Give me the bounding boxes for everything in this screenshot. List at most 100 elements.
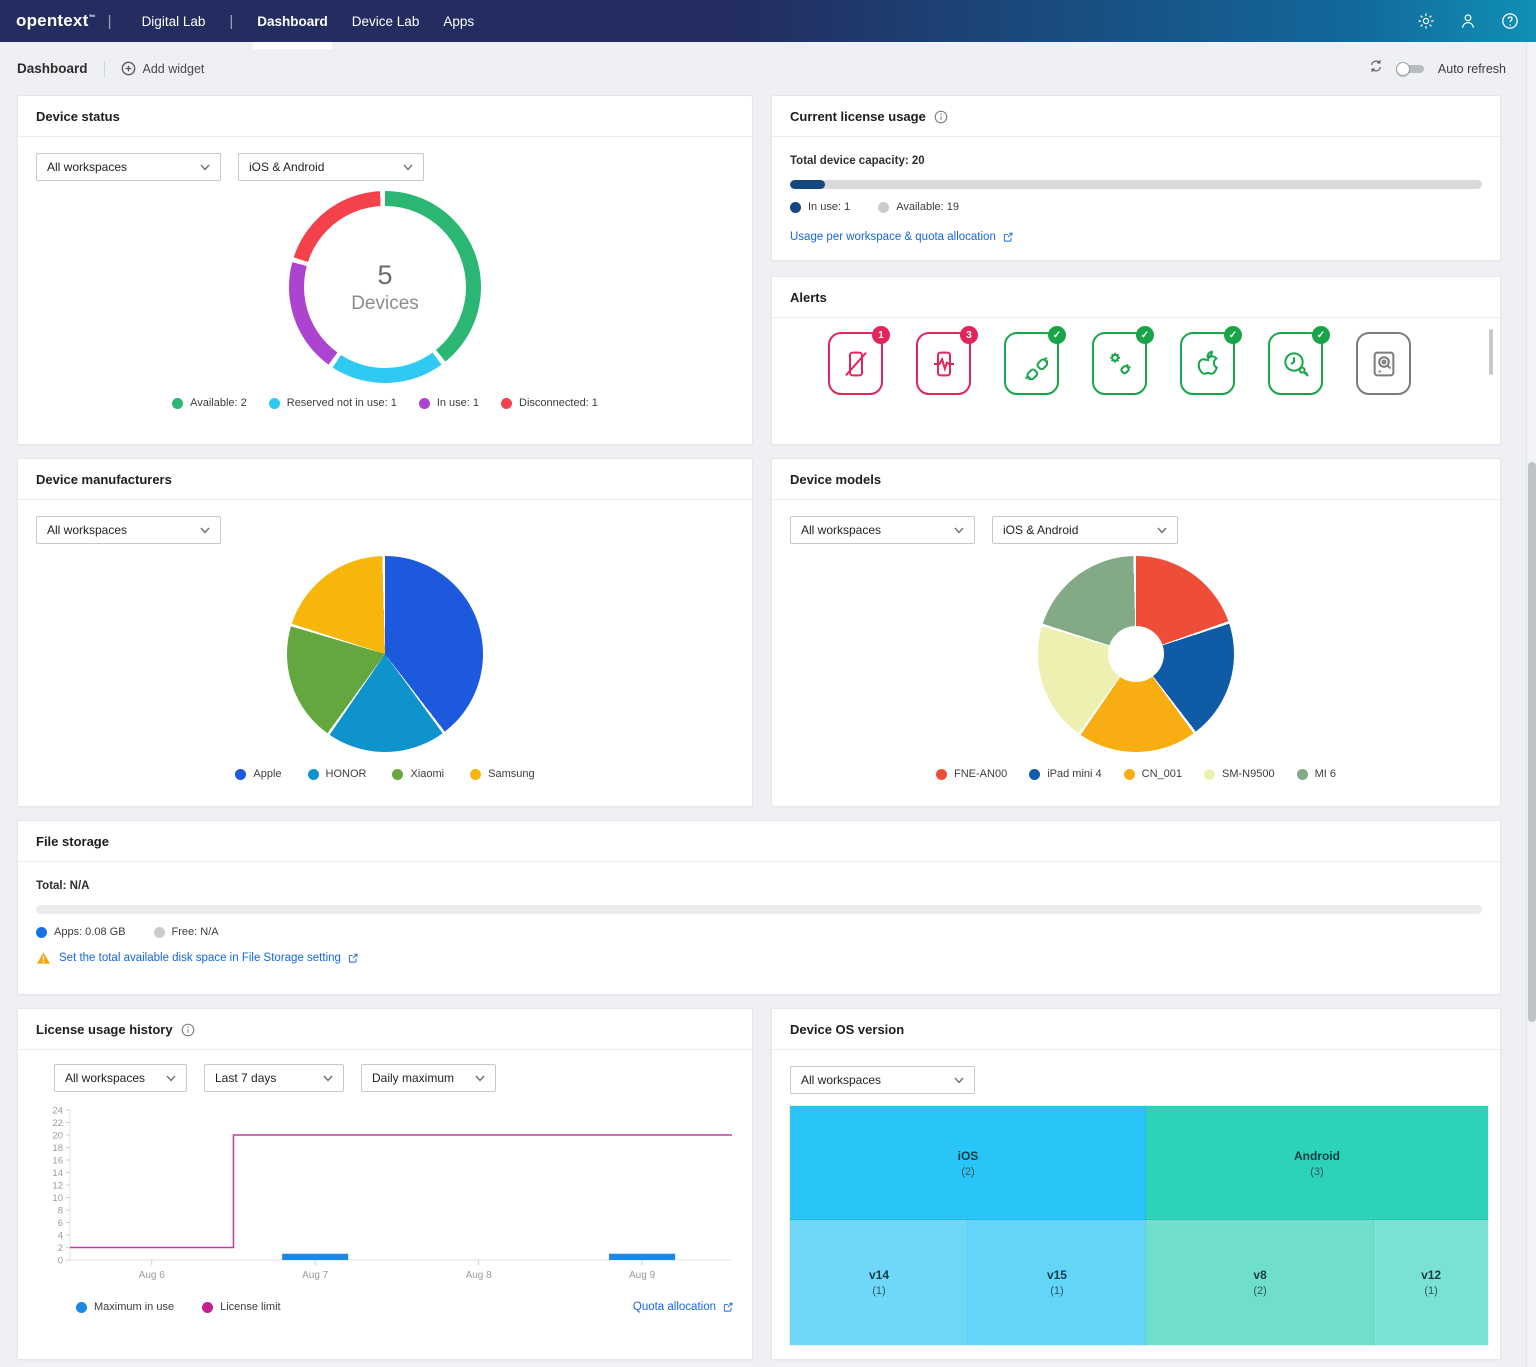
widget-title: Current license usage — [790, 109, 926, 124]
connector-icon — [1016, 348, 1048, 380]
device-status-donut-chart: 5 Devices — [289, 191, 481, 383]
alert-badge: 1 — [872, 326, 890, 344]
tab-apps[interactable]: Apps — [443, 0, 474, 42]
usage-per-workspace-link[interactable]: Usage per workspace & quota allocation — [790, 231, 1014, 243]
treemap-cell-Android[interactable]: Android(3) — [1146, 1106, 1488, 1220]
quota-allocation-link[interactable]: Quota allocation — [633, 1301, 734, 1313]
license-expiry-alert[interactable]: ✓ — [1268, 332, 1323, 395]
svg-text:10: 10 — [52, 1193, 63, 1204]
workspace-filter-dropdown[interactable]: All workspaces — [36, 153, 221, 181]
chevron-down-icon — [166, 1075, 176, 1082]
aggregation-dropdown[interactable]: Daily maximum — [361, 1064, 496, 1092]
chevron-down-icon — [954, 527, 964, 534]
treemap-cell-v15[interactable]: v15(1) — [968, 1220, 1146, 1345]
dropdown-value: Last 7 days — [215, 1071, 276, 1085]
widget-title: Alerts — [772, 277, 1500, 318]
svg-text:2: 2 — [58, 1243, 63, 1254]
svg-text:14: 14 — [52, 1168, 63, 1179]
legend-dot — [308, 769, 319, 780]
workspace-filter-dropdown[interactable]: All workspaces — [36, 516, 221, 544]
svg-text:16: 16 — [52, 1156, 63, 1167]
os-filter-dropdown[interactable]: iOS & Android — [992, 516, 1178, 544]
alerts-scrollbar[interactable] — [1489, 329, 1493, 375]
workspace-filter-dropdown[interactable]: All workspaces — [54, 1064, 187, 1092]
treemap-cell-v12[interactable]: v12(1) — [1374, 1220, 1488, 1345]
opentext-logo: opentext™ — [16, 11, 96, 31]
legend-item: Free: N/A — [154, 926, 219, 938]
treemap-cell-iOS[interactable]: iOS (2) — [790, 1106, 1146, 1220]
dropdown-value: All workspaces — [47, 160, 127, 174]
os-filter-dropdown[interactable]: iOS & Android — [238, 153, 424, 181]
info-icon[interactable] — [934, 110, 948, 124]
legend-item: MI 6 — [1297, 768, 1336, 780]
legend-dot — [392, 769, 403, 780]
user-icon[interactable] — [1458, 11, 1478, 31]
info-icon[interactable] — [181, 1023, 195, 1037]
refresh-icon[interactable] — [1368, 58, 1384, 79]
services-alert[interactable]: ✓ — [1092, 332, 1147, 395]
treemap-cell-label: v12 — [1421, 1268, 1441, 1282]
svg-text:4: 4 — [58, 1231, 63, 1242]
storage-scan-alert[interactable] — [1356, 332, 1411, 395]
widget-title: File storage — [18, 821, 1500, 862]
treemap-cell-count: (1) — [872, 1285, 885, 1297]
legend-dot — [36, 927, 47, 938]
treemap-cell-label: iOS — [958, 1149, 979, 1163]
tab-dashboard[interactable]: Dashboard — [257, 0, 328, 42]
svg-text:20: 20 — [52, 1131, 63, 1142]
treemap-cell-label: v8 — [1253, 1268, 1266, 1282]
svg-text:22: 22 — [52, 1118, 63, 1129]
legend-item: SM-N9500 — [1204, 768, 1275, 780]
license-usage-bar — [790, 180, 1482, 189]
legend-item: HONOR — [308, 768, 367, 780]
external-link-icon — [722, 1301, 734, 1313]
widget-title: Device models — [772, 459, 1500, 500]
dashboard-toolbar: Dashboard Add widget Auto refresh — [0, 42, 1536, 95]
device-models-donut-chart — [1038, 556, 1234, 752]
svg-text:6: 6 — [58, 1218, 63, 1229]
external-link-icon — [347, 952, 359, 964]
add-widget-button[interactable]: Add widget — [121, 61, 205, 76]
chevron-down-icon — [954, 1077, 964, 1084]
file-storage-widget: File storage Total: N/A Apps: 0.08 GBFre… — [17, 820, 1501, 995]
apple-services-alert[interactable]: ✓ — [1180, 332, 1235, 395]
auto-refresh-toggle[interactable] — [1396, 62, 1426, 76]
toolbar-divider — [104, 61, 105, 77]
legend-item: Available: 19 — [878, 201, 959, 213]
file-storage-legend: Apps: 0.08 GB Free: N/A — [36, 926, 1482, 938]
device-status-widget: Device status All workspaces iOS & Andro… — [17, 95, 753, 445]
svg-text:18: 18 — [52, 1143, 63, 1154]
chevron-down-icon — [475, 1075, 485, 1082]
legend-item: Reserved not in use: 1 — [269, 397, 397, 409]
legend-dot — [235, 769, 246, 780]
file-storage-setting-link[interactable]: Set the total available disk space in Fi… — [59, 952, 359, 964]
chevron-down-icon — [323, 1075, 333, 1082]
devices-unhealthy-alert[interactable]: 3 — [916, 332, 971, 395]
legend-dot — [1124, 769, 1135, 780]
settings-gear-icon[interactable] — [1416, 11, 1436, 31]
legend-item: Maximum in use — [76, 1301, 174, 1313]
disk-search-icon — [1368, 348, 1400, 380]
svg-text:Aug 8: Aug 8 — [466, 1270, 493, 1281]
workspace-filter-dropdown[interactable]: All workspaces — [790, 516, 975, 544]
date-range-dropdown[interactable]: Last 7 days — [204, 1064, 344, 1092]
treemap-cell-count: (1) — [1424, 1285, 1437, 1297]
help-icon[interactable] — [1500, 11, 1520, 31]
connectors-alert[interactable]: ✓ — [1004, 332, 1059, 395]
clock-key-icon — [1280, 348, 1312, 380]
treemap-cell-v14[interactable]: v14(1) — [790, 1220, 968, 1345]
tab-device-lab[interactable]: Device Lab — [352, 0, 420, 42]
treemap-cell-count: (2) — [961, 1166, 974, 1178]
legend-dot — [269, 398, 280, 409]
page-scrollbar[interactable] — [1526, 42, 1536, 1367]
legend-item: Apps: 0.08 GB — [36, 926, 126, 938]
alert-badge: ✓ — [1312, 326, 1330, 344]
device-models-widget: Device models All workspaces iOS & Andro… — [771, 458, 1501, 807]
svg-text:24: 24 — [52, 1106, 63, 1117]
legend-dot — [1204, 769, 1215, 780]
treemap-cell-v8[interactable]: v8(2) — [1146, 1220, 1374, 1345]
devices-disconnected-alert[interactable]: 1 — [828, 332, 883, 395]
workspace-filter-dropdown[interactable]: All workspaces — [790, 1066, 975, 1094]
device-manufacturers-legend: AppleHONORXiaomiSamsung — [36, 768, 734, 780]
apple-icon — [1192, 348, 1224, 380]
